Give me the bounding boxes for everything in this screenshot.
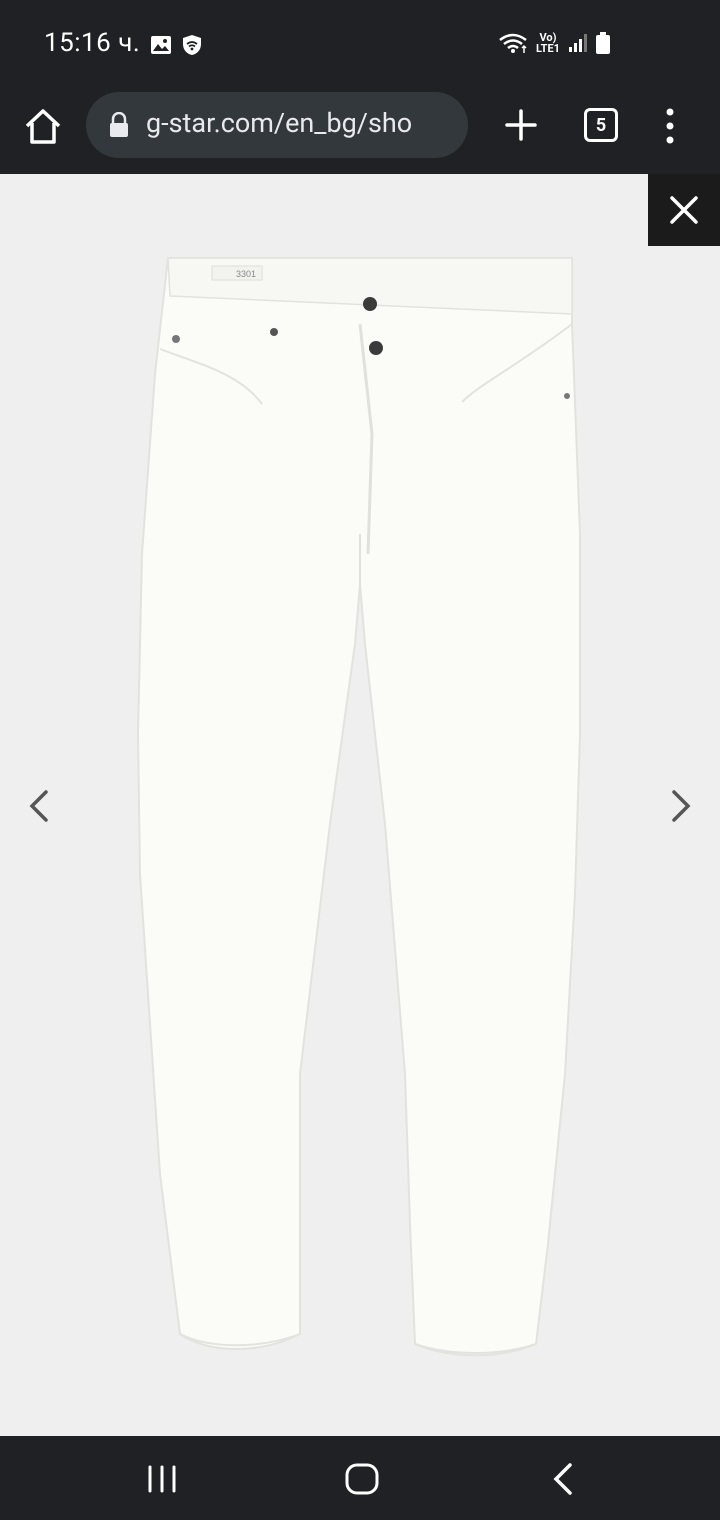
- next-image-chevron-icon[interactable]: [660, 786, 700, 826]
- close-viewer-button[interactable]: [648, 174, 720, 246]
- wifi-icon: [499, 33, 527, 53]
- jeans-label-text: 3301: [236, 269, 256, 279]
- home-navigation-icon[interactable]: [342, 1462, 382, 1496]
- image-viewer: 3301: [0, 174, 720, 1436]
- lock-icon: [110, 112, 128, 137]
- close-icon: [670, 196, 698, 224]
- more-options-icon[interactable]: [660, 106, 680, 146]
- back-navigation-icon[interactable]: [544, 1462, 584, 1496]
- status-time: 15:16 ч.: [44, 28, 141, 58]
- network-type: Vo) LTE1: [536, 32, 560, 54]
- tab-switcher-button[interactable]: 5: [584, 108, 618, 142]
- white-jeans-image: 3301: [136, 257, 581, 1357]
- signal-icon: [569, 34, 587, 52]
- new-tab-plus-icon[interactable]: [504, 108, 538, 142]
- lte-label: LTE1: [535, 42, 560, 55]
- previous-image-chevron-icon[interactable]: [20, 786, 60, 826]
- status-right-icons: Vo) LTE1: [498, 32, 610, 54]
- status-bar: 15:16 ч. Vo) LTE1: [0, 0, 720, 88]
- recent-apps-icon[interactable]: [142, 1462, 182, 1496]
- url-bar[interactable]: g-star.com/en_bg/sho: [86, 92, 468, 158]
- shield-wifi-icon: [183, 35, 201, 55]
- gallery-icon: [151, 36, 171, 54]
- status-left-icons: [150, 34, 202, 56]
- url-text[interactable]: g-star.com/en_bg/sho: [146, 107, 412, 139]
- system-navigation-bar: [0, 1436, 720, 1520]
- home-icon[interactable]: [22, 106, 64, 148]
- tab-count: 5: [595, 114, 607, 136]
- battery-icon: [596, 32, 610, 54]
